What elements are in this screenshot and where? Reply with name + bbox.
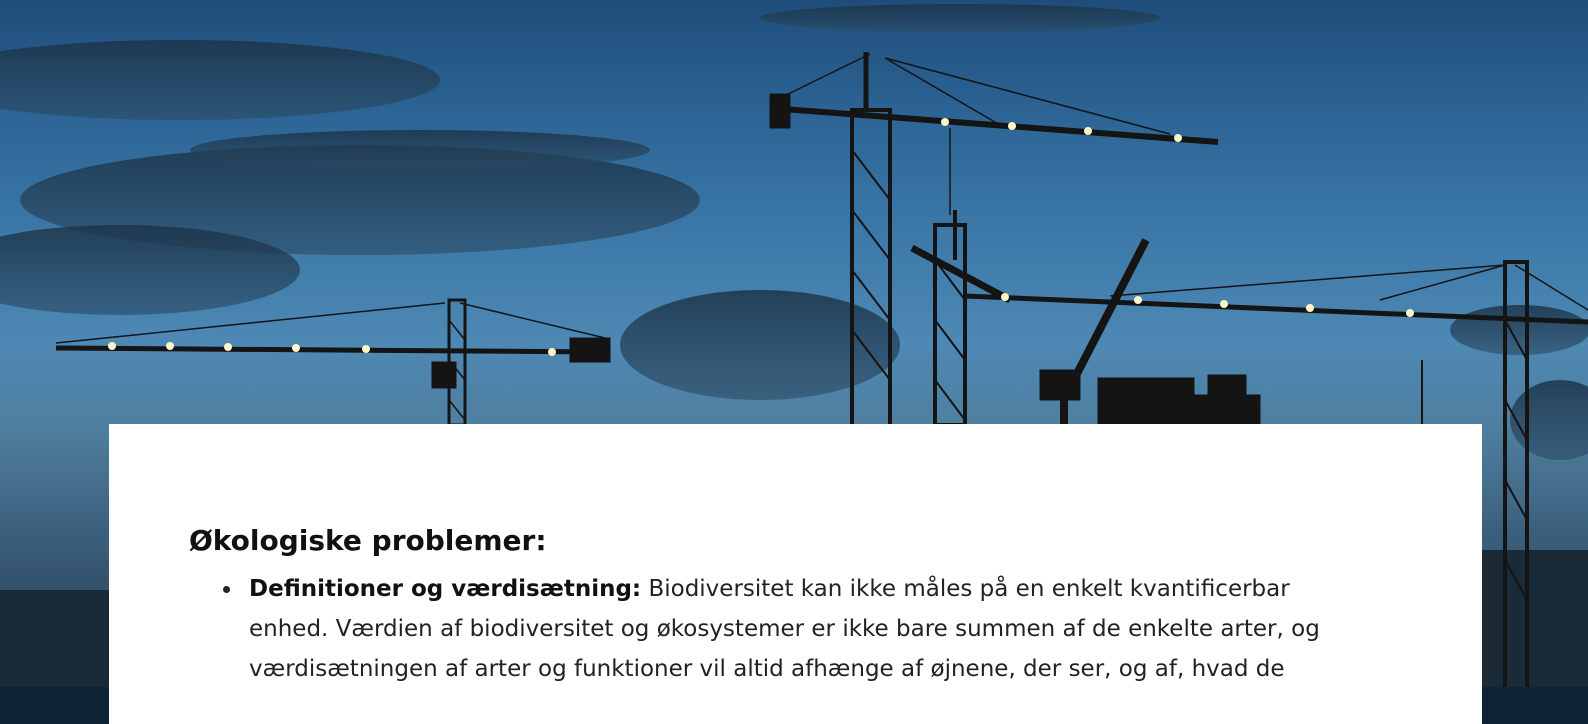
crane-left	[55, 298, 611, 427]
clouds	[0, 4, 1588, 460]
bullet-term: Definitioner og værdisætning:	[249, 576, 642, 602]
bullet-dot-icon	[223, 586, 230, 593]
bullet-list: Definitioner og værdisætning: Biodiversi…	[189, 569, 1402, 689]
content-card: Økologiske problemer: Definitioner og væ…	[109, 424, 1482, 724]
list-item: Definitioner og værdisætning: Biodiversi…	[223, 569, 1349, 689]
crane-middle	[910, 210, 1012, 427]
section-heading: Økologiske problemer:	[189, 524, 547, 557]
